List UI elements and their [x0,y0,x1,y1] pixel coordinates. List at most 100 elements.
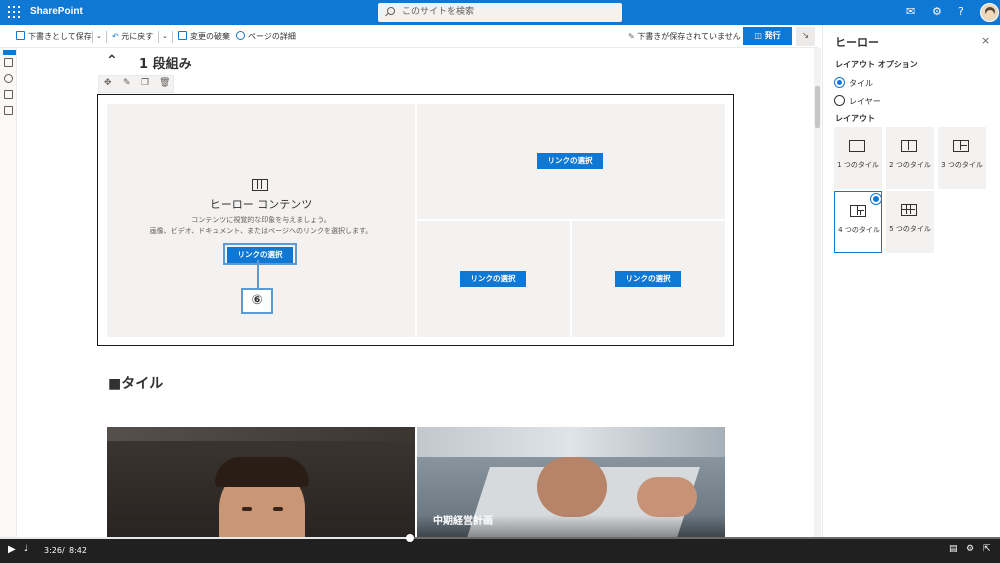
search-placeholder: このサイトを検索 [402,7,475,17]
layout-option-label: 2 つのタイル [889,161,931,169]
left-toolbar [0,48,17,538]
undo-icon: ↶ [112,32,119,41]
publish-icon: ◫ [754,31,762,40]
volume-icon[interactable]: ♩ [24,544,28,554]
tile-heading-text: ■タイル [108,376,164,392]
collapse-icon: ↘ [801,31,810,41]
delete-icon[interactable] [4,106,13,115]
property-pane: ヒーロー × レイアウト オプション タイル レイヤー レイアウト 1 つのタイ… [822,25,1000,540]
progress-handle[interactable] [406,534,414,542]
duplicate-icon[interactable]: ❐ [141,78,149,88]
collapse-panel-button[interactable]: ↘ [796,27,815,46]
command-bar: 下書きとして保存 ⌄ ↶ 元に戻す ⌄ 変更の破棄 ページの詳細 ✎ 下書きが保… [0,25,818,48]
search-input[interactable]: このサイトを検索 [378,3,622,22]
hero-description-line2: 画像、ビデオ、ドキュメント、またはページへのリンクを選択します。 [149,227,373,235]
hero-photo-person[interactable] [107,427,415,538]
five-tiles-icon [901,204,917,216]
discard-icon [178,31,187,40]
select-link-button-main[interactable]: リンクの選択 [227,247,293,263]
megaphone-icon[interactable]: ✉ [906,6,915,18]
brand-name[interactable]: SharePoint [30,6,83,17]
layout-option-label: 4 つのタイル [838,226,880,234]
search-icon [387,7,395,15]
undo-label: 元に戻す [121,32,154,41]
one-tile-icon [849,140,865,152]
canvas-scrollbar[interactable] [814,48,821,563]
three-tiles-icon [953,140,969,152]
hero-heading: ヒーロー コンテンツ [209,198,313,211]
move-icon[interactable]: ✥ [104,78,112,88]
avatar[interactable] [980,3,999,22]
current-time: 3:26 [44,546,62,555]
layout-option-2-tiles[interactable]: 2 つのタイル [886,127,934,189]
gear-icon [236,31,245,40]
layout-option-1-tile[interactable]: 1 つのタイル [834,127,882,189]
delete-icon[interactable]: 🗑 [159,78,170,88]
hero-description-line1: コンテンツに視覚的な印象を与えましょう。 [191,216,331,224]
webpart-toolbar: ✥ ✎ ❐ 🗑 [98,75,174,93]
page-details-label: ページの詳細 [248,32,296,41]
undo-button[interactable]: ↶ 元に戻す [112,31,153,42]
settings-icon[interactable]: ⚙ [966,544,974,554]
draft-status: ✎ 下書きが保存されていません [628,31,741,42]
selected-check-icon [871,194,881,204]
publish-label: 発行 [764,31,781,40]
save-draft-button[interactable]: 下書きとして保存 [16,31,92,42]
section-title: 1 段組み [139,57,192,72]
radio-tile[interactable] [834,77,845,88]
layout-option-label: 3 つのタイル [941,161,983,169]
progress-track[interactable] [0,534,1000,542]
pane-title: ヒーロー [835,36,879,49]
callout-line [257,260,259,288]
layout-option-3-tiles[interactable]: 3 つのタイル [938,127,986,189]
captions-icon[interactable]: ▤ [949,544,958,554]
radio-layer[interactable] [834,95,845,106]
fullscreen-icon[interactable]: ⇱ [983,544,991,554]
select-link-button-bottom-right[interactable]: リンクの選択 [615,271,681,287]
two-tiles-icon [901,140,917,152]
select-link-button-bottom-middle[interactable]: リンクの選択 [460,271,526,287]
suite-bar: SharePoint このサイトを検索 ✉ ⚙ ? [0,0,1000,25]
layout-option-label: 5 つのタイル [889,225,931,233]
help-icon[interactable]: ? [958,6,964,18]
tile-heading: ■タイル [108,373,163,393]
gear-icon[interactable]: ⚙ [932,6,942,18]
active-indicator [3,50,16,55]
collapse-section-chevron-icon[interactable]: ⌃ [106,53,118,69]
undo-dropdown-chevron-icon[interactable]: ⌄ [162,31,168,42]
move-icon[interactable] [4,74,13,83]
discard-label: 変更の破棄 [190,32,230,41]
duplicate-icon[interactable] [4,90,13,99]
page-canvas: ⌃ 1 段組み ✥ ✎ ❐ 🗑 ヒーロー コンテンツ コンテンツに視覚的な印象を… [18,48,814,538]
time-separator: / [62,546,65,555]
hero-layout-icon [252,179,268,191]
step-callout: ⑥ [241,288,273,314]
publish-button[interactable]: ◫ 発行 [743,27,792,45]
edit-icon[interactable]: ✎ [123,78,131,88]
video-controls: ▶ ♩ 3:26 / 8:42 ▤ ⚙ ⇱ [0,534,1000,563]
draft-status-label: 下書きが保存されていません [637,32,741,41]
save-icon [16,31,25,40]
layout-options-label: レイアウト オプション [835,60,918,69]
four-tiles-icon [850,205,866,217]
page-details-button[interactable]: ページの詳細 [236,31,296,42]
pencil-icon: ✎ [628,32,635,41]
scrollbar-thumb[interactable] [815,86,820,128]
radio-layer-label: レイヤー [849,97,881,106]
close-icon[interactable]: × [981,34,990,47]
select-link-button-top-right[interactable]: リンクの選択 [537,153,603,169]
layout-label: レイアウト [835,114,875,123]
progress-fill [0,537,410,539]
duration: 8:42 [69,546,87,555]
layout-option-4-tiles[interactable]: 4 つのタイル [834,191,882,253]
app-launcher-icon[interactable] [8,6,20,18]
comment-icon[interactable] [4,58,13,67]
play-icon[interactable]: ▶ [8,544,16,555]
radio-tile-label: タイル [849,79,873,88]
photo-caption: 中期経営計画 [433,516,493,527]
hero-photo-planning[interactable]: 中期経営計画 [417,427,725,538]
layout-option-5-tiles[interactable]: 5 つのタイル [886,191,934,253]
discard-changes-button[interactable]: 変更の破棄 [178,31,230,42]
save-draft-label: 下書きとして保存 [28,32,92,41]
save-dropdown-chevron-icon[interactable]: ⌄ [96,31,102,42]
